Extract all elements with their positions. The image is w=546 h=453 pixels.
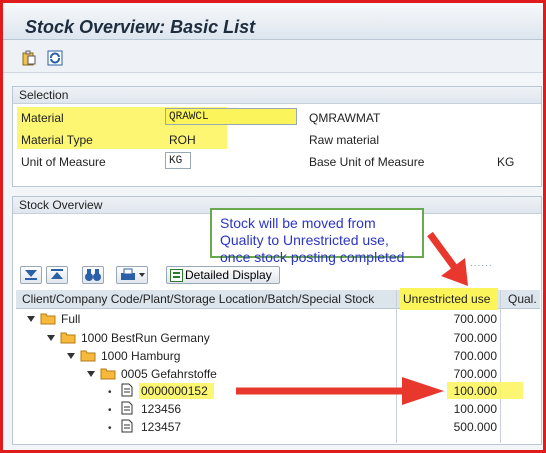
annotation-arrows	[236, 231, 468, 405]
arrow-head-2	[402, 377, 444, 405]
arrow-to-column-header	[427, 231, 458, 271]
